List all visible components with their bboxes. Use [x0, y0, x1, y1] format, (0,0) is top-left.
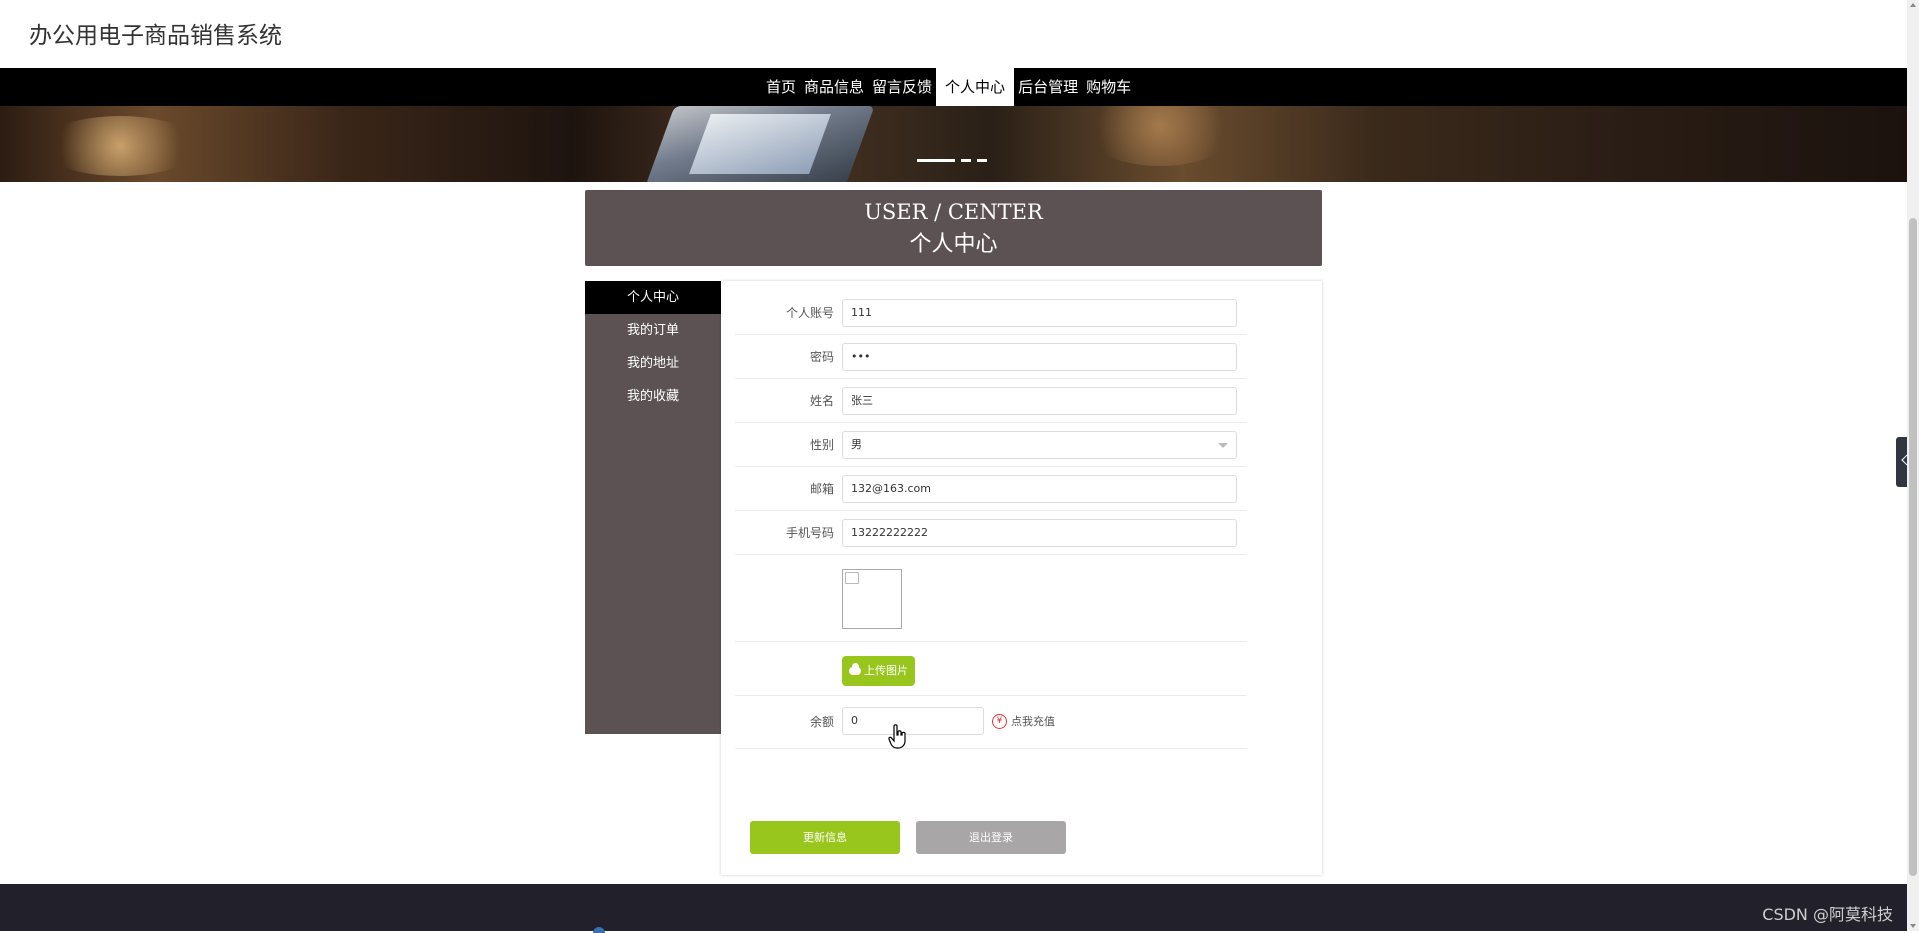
nav-items: 首页 商品信息 留言反馈 个人中心 后台管理 购物车: [762, 68, 1135, 106]
main-nav: 首页 商品信息 留言反馈 个人中心 后台管理 购物车: [0, 68, 1907, 106]
nav-item-user-center[interactable]: 个人中心: [936, 68, 1015, 106]
nav-item-home[interactable]: 首页: [762, 68, 800, 106]
email-input[interactable]: 132@163.com: [842, 475, 1237, 503]
side-item-user-center[interactable]: 个人中心: [585, 281, 721, 314]
carousel-dot-3[interactable]: [977, 159, 987, 162]
upload-image-button[interactable]: 上传图片: [842, 656, 915, 686]
logout-button[interactable]: 退出登录: [916, 821, 1066, 854]
recharge-label: 点我充值: [1011, 715, 1055, 728]
upload-button-label: 上传图片: [864, 664, 908, 677]
nav-item-products[interactable]: 商品信息: [800, 68, 868, 106]
form-row-gender: 性别 男: [735, 422, 1247, 467]
hand-cursor-icon: [888, 724, 906, 749]
cloud-upload-icon: [849, 663, 861, 675]
section-title-english: USER / CENTER: [864, 200, 1043, 224]
balance-input[interactable]: 0: [842, 707, 984, 735]
scrollbar-thumb[interactable]: [1909, 218, 1917, 876]
page-scrollbar[interactable]: [1907, 0, 1919, 931]
side-item-address[interactable]: 我的地址: [585, 347, 721, 380]
name-input[interactable]: 张三: [842, 387, 1237, 415]
user-info-form: 个人账号 111 密码 ••• 姓名 张三 性别 男 邮箱 132@163.co…: [721, 281, 1322, 875]
account-label: 个人账号: [785, 306, 834, 320]
section-title-chinese: 个人中心: [909, 232, 998, 257]
footer-decoration: [593, 927, 605, 933]
name-label: 姓名: [809, 394, 834, 408]
balance-label: 余额: [809, 715, 834, 729]
broken-image-icon: [845, 572, 859, 584]
banner-carousel: [0, 106, 1907, 182]
gender-select[interactable]: 男: [842, 431, 1237, 459]
watermark-text: CSDN @阿莫科技: [1762, 905, 1893, 924]
carousel-indicators: [917, 159, 987, 162]
carousel-dot-1[interactable]: [917, 159, 955, 162]
gender-label: 性别: [809, 438, 834, 452]
recharge-link[interactable]: ¥ 点我充值: [992, 707, 1055, 735]
password-input[interactable]: •••: [842, 343, 1237, 371]
form-row-password: 密码 •••: [735, 334, 1247, 379]
side-menu: 个人中心 我的订单 我的地址 我的收藏: [585, 281, 721, 734]
form-row-name: 姓名 张三: [735, 378, 1247, 423]
scroll-down-arrow-icon[interactable]: [1910, 924, 1916, 928]
nav-item-feedback[interactable]: 留言反馈: [868, 68, 936, 106]
form-row-email: 邮箱 132@163.com: [735, 466, 1247, 511]
form-row-account: 个人账号 111: [735, 291, 1247, 335]
gender-selected-value: 男: [851, 438, 862, 451]
yuan-icon: ¥: [992, 713, 1007, 729]
account-input[interactable]: 111: [842, 299, 1237, 327]
side-item-favorites[interactable]: 我的收藏: [585, 380, 721, 413]
chevron-down-icon: [1218, 443, 1228, 448]
email-label: 邮箱: [809, 482, 834, 496]
form-row-balance: 余额 0 ¥ 点我充值: [735, 695, 1247, 749]
phone-input[interactable]: 13222222222: [842, 519, 1237, 547]
site-title: 办公用电子商品销售系统: [29, 23, 282, 49]
side-item-orders[interactable]: 我的订单: [585, 314, 721, 347]
banner-light: [40, 116, 200, 176]
carousel-dot-2[interactable]: [961, 159, 971, 162]
form-row-phone: 手机号码 13222222222: [735, 510, 1247, 555]
section-title-box: USER / CENTER 个人中心: [585, 190, 1322, 266]
phone-label: 手机号码: [785, 526, 834, 540]
scroll-up-arrow-icon[interactable]: [1910, 3, 1916, 7]
avatar-image-placeholder: [842, 569, 902, 629]
site-header: 办公用电子商品销售系统: [0, 0, 1907, 68]
password-label: 密码: [809, 350, 834, 364]
banner-light: [1080, 106, 1240, 166]
form-row-upload: 上传图片: [735, 641, 1247, 696]
nav-item-cart[interactable]: 购物车: [1082, 68, 1135, 106]
update-info-button[interactable]: 更新信息: [750, 821, 900, 854]
nav-item-admin[interactable]: 后台管理: [1014, 68, 1082, 106]
form-row-avatar: [735, 554, 1247, 642]
site-footer: CSDN @阿莫科技: [0, 884, 1907, 933]
banner-phone-screen: [689, 114, 831, 174]
